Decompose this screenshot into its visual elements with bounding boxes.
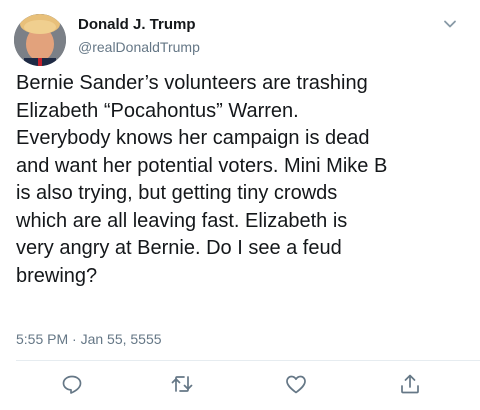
heart-icon xyxy=(284,372,308,396)
chevron-down-icon[interactable] xyxy=(440,14,460,34)
user-handle[interactable]: @realDonaldTrump xyxy=(78,38,200,56)
reply-icon xyxy=(60,372,84,396)
tweet-card: Donald J. Trump @realDonaldTrump Bernie … xyxy=(0,0,480,410)
retweet-icon xyxy=(170,372,194,396)
share-icon xyxy=(398,372,422,396)
display-name[interactable]: Donald J. Trump xyxy=(78,16,196,34)
retweet-button[interactable] xyxy=(170,372,194,396)
tweet-text: Bernie Sander’s volunteers are trashing … xyxy=(16,72,388,287)
like-button[interactable] xyxy=(284,372,308,396)
reply-button[interactable] xyxy=(60,372,84,396)
divider xyxy=(16,360,480,361)
avatar[interactable] xyxy=(14,14,66,66)
share-button[interactable] xyxy=(398,372,422,396)
tweet-timestamp[interactable]: 5:55 PM · Jan 55, 5555 xyxy=(16,330,162,348)
